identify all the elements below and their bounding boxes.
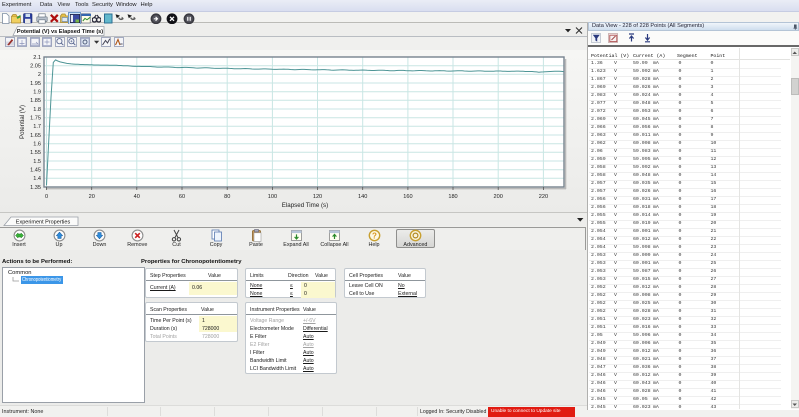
svg-text:180: 180 <box>448 194 457 200</box>
svg-text:2: 2 <box>38 72 41 78</box>
svg-text:1.5: 1.5 <box>33 159 41 165</box>
svg-text:?: ? <box>372 231 377 240</box>
svg-text:20: 20 <box>89 194 95 200</box>
svg-text:1.55: 1.55 <box>30 150 41 156</box>
svg-text:Elapsed Time (s): Elapsed Time (s) <box>282 202 328 209</box>
svg-text:80: 80 <box>224 194 230 200</box>
svg-text:1.8: 1.8 <box>33 107 41 113</box>
svg-text:1.35: 1.35 <box>30 185 41 191</box>
svg-text:100: 100 <box>268 194 277 200</box>
svg-text:1.65: 1.65 <box>30 133 41 139</box>
svg-text:160: 160 <box>403 194 412 200</box>
svg-text:60: 60 <box>179 194 185 200</box>
svg-text:120: 120 <box>313 194 322 200</box>
svg-text:1.75: 1.75 <box>30 116 41 122</box>
svg-text:Potential (V): Potential (V) <box>19 105 26 139</box>
svg-text:1.4: 1.4 <box>33 176 41 182</box>
svg-text:Experiment Properties: Experiment Properties <box>16 219 71 225</box>
svg-text:1.45: 1.45 <box>30 168 41 174</box>
svg-text:40: 40 <box>134 194 140 200</box>
svg-text:2.05: 2.05 <box>30 64 41 70</box>
svg-text:1.9: 1.9 <box>33 90 41 96</box>
svg-text:1.95: 1.95 <box>30 81 41 87</box>
svg-text:220: 220 <box>539 194 548 200</box>
svg-text:200: 200 <box>494 194 503 200</box>
svg-text:1.7: 1.7 <box>33 124 41 130</box>
svg-text:140: 140 <box>358 194 367 200</box>
svg-text:1.6: 1.6 <box>33 142 41 148</box>
svg-text:0: 0 <box>45 194 48 200</box>
svg-text:2.1: 2.1 <box>33 55 41 61</box>
svg-text:1.85: 1.85 <box>30 98 41 104</box>
svg-text:Potential (V) vs Elapsed Time: Potential (V) vs Elapsed Time (s) <box>17 29 103 35</box>
